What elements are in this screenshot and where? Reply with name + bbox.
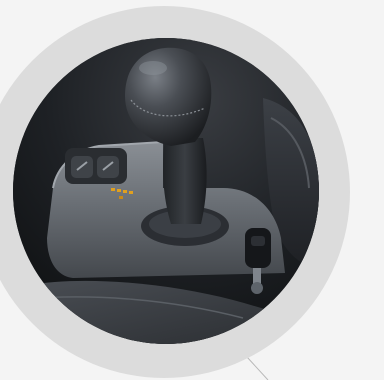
gear-shift-illustration xyxy=(13,38,319,344)
image-stage xyxy=(0,0,384,380)
gear-shift-photo xyxy=(13,38,319,344)
shift-boot xyxy=(163,138,207,224)
